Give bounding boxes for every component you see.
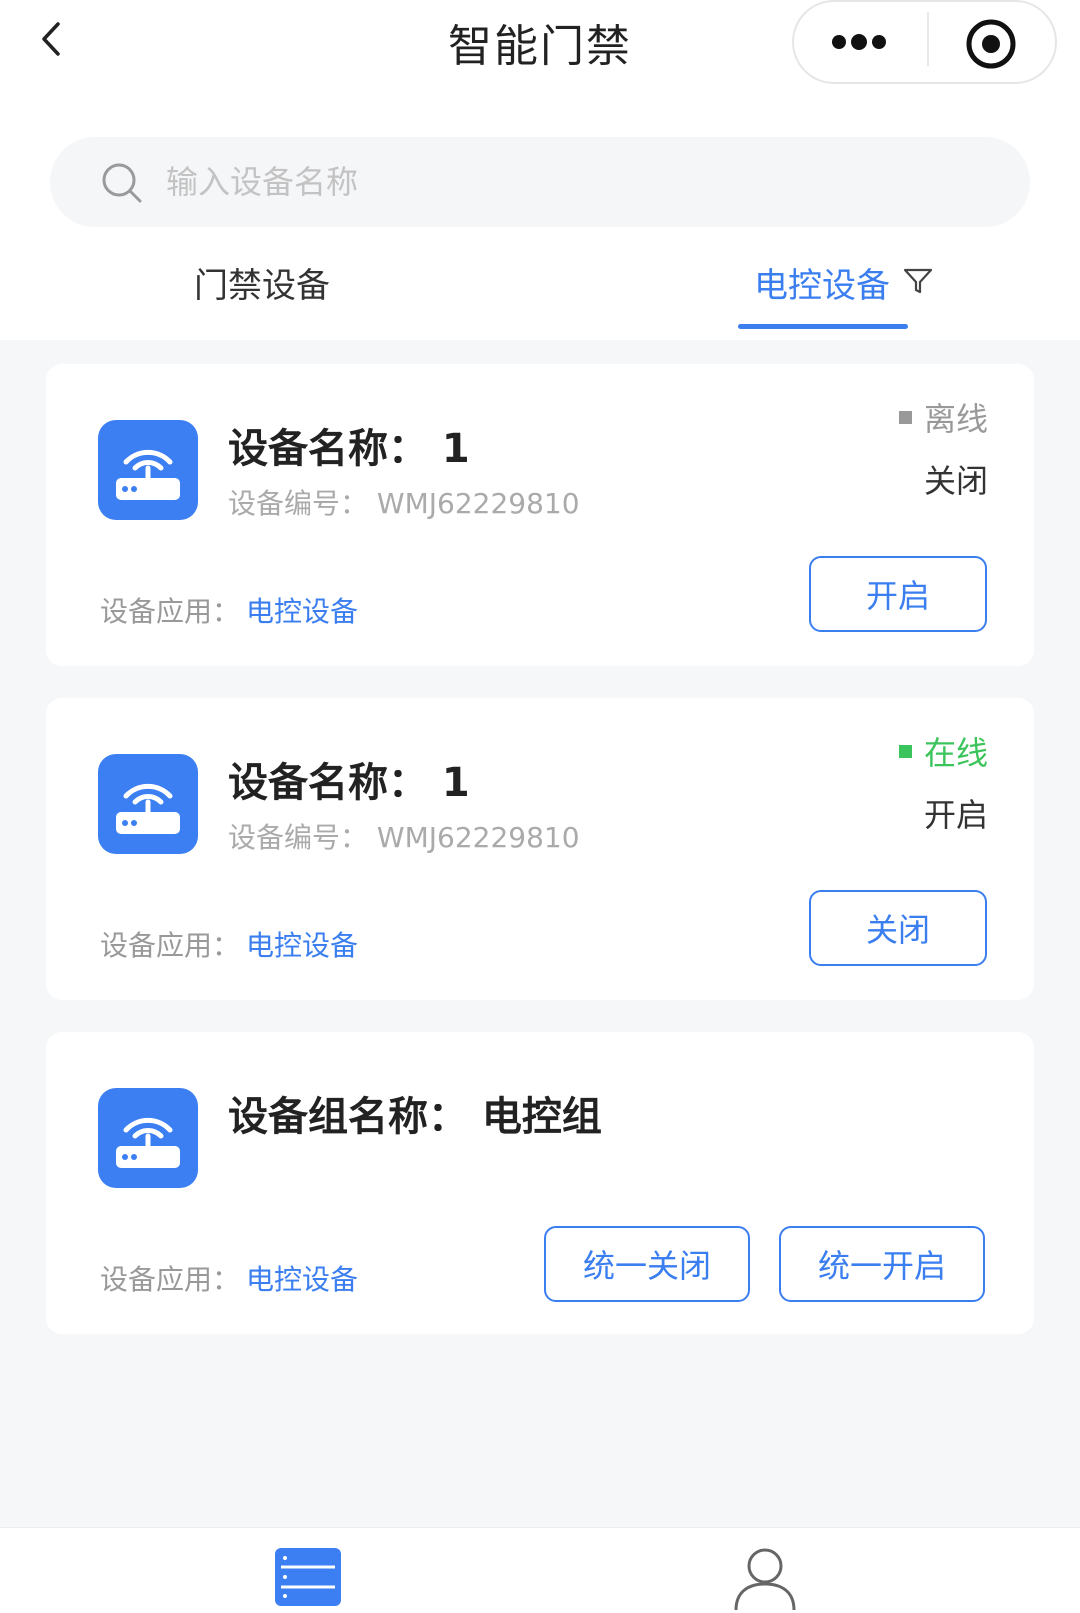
more-dots-icon	[832, 34, 886, 50]
switch-state: 开启	[923, 796, 988, 834]
status-dot	[898, 744, 912, 758]
tabbar-profile[interactable]	[730, 1542, 800, 1612]
app-label: 设备应用：	[100, 595, 241, 628]
search-icon	[102, 163, 142, 203]
tab-access-control[interactable]: 门禁设备	[194, 258, 330, 307]
router-icon	[98, 754, 198, 854]
device-card: 设备名称： 1 设备编号： WMJ62229810 离线 关闭 设备应用： 电控…	[46, 364, 1034, 666]
search-box[interactable]	[50, 137, 1030, 227]
app-value: 电控设备	[246, 595, 359, 628]
status-dot	[898, 410, 912, 424]
tabbar-devices[interactable]	[275, 1548, 341, 1608]
device-name: 设备名称： 1	[228, 426, 470, 472]
status-badge: 离线	[898, 394, 988, 440]
switch-state: 关闭	[923, 462, 988, 500]
app-value: 电控设备	[246, 1263, 359, 1296]
filter-icon[interactable]	[902, 265, 934, 297]
bottom-tab-bar	[0, 1527, 1080, 1613]
status-badge: 在线	[898, 728, 988, 774]
close-button[interactable]: 关闭	[809, 890, 987, 966]
search-input[interactable]	[166, 155, 946, 209]
status-text: 离线	[923, 400, 988, 438]
app-value: 电控设备	[246, 929, 359, 962]
device-code: 设备编号： WMJ62229810	[228, 487, 580, 520]
more-button[interactable]	[824, 22, 894, 62]
device-card: 设备名称： 1 设备编号： WMJ62229810 在线 开启 设备应用： 电控…	[46, 698, 1034, 1000]
header: 智能门禁 门禁设备 电控设备	[0, 0, 1080, 340]
device-name: 设备名称： 1	[228, 760, 470, 806]
active-tab-indicator	[738, 324, 908, 329]
app-label: 设备应用：	[100, 1263, 241, 1296]
capsule-divider	[927, 12, 929, 66]
close-miniprogram-button[interactable]	[964, 17, 1018, 71]
router-icon	[98, 420, 198, 520]
mini-program-capsule	[792, 0, 1057, 84]
target-circle-icon	[966, 19, 1016, 69]
group-name: 设备组名称： 电控组	[228, 1094, 602, 1140]
app-label: 设备应用：	[100, 929, 241, 962]
open-all-button[interactable]: 统一开启	[779, 1226, 985, 1302]
tab-electric-control[interactable]: 电控设备	[754, 258, 890, 307]
close-all-button[interactable]: 统一关闭	[544, 1226, 750, 1302]
router-icon	[98, 1088, 198, 1188]
open-button[interactable]: 开启	[809, 556, 987, 632]
user-icon	[734, 1548, 796, 1611]
device-code: 设备编号： WMJ62229810	[228, 821, 580, 854]
list-icon	[275, 1548, 341, 1606]
device-group-card: 设备组名称： 电控组 设备应用： 电控设备 统一关闭 统一开启	[46, 1032, 1034, 1334]
status-text: 在线	[923, 734, 988, 772]
nav-bar: 智能门禁	[0, 0, 1080, 90]
